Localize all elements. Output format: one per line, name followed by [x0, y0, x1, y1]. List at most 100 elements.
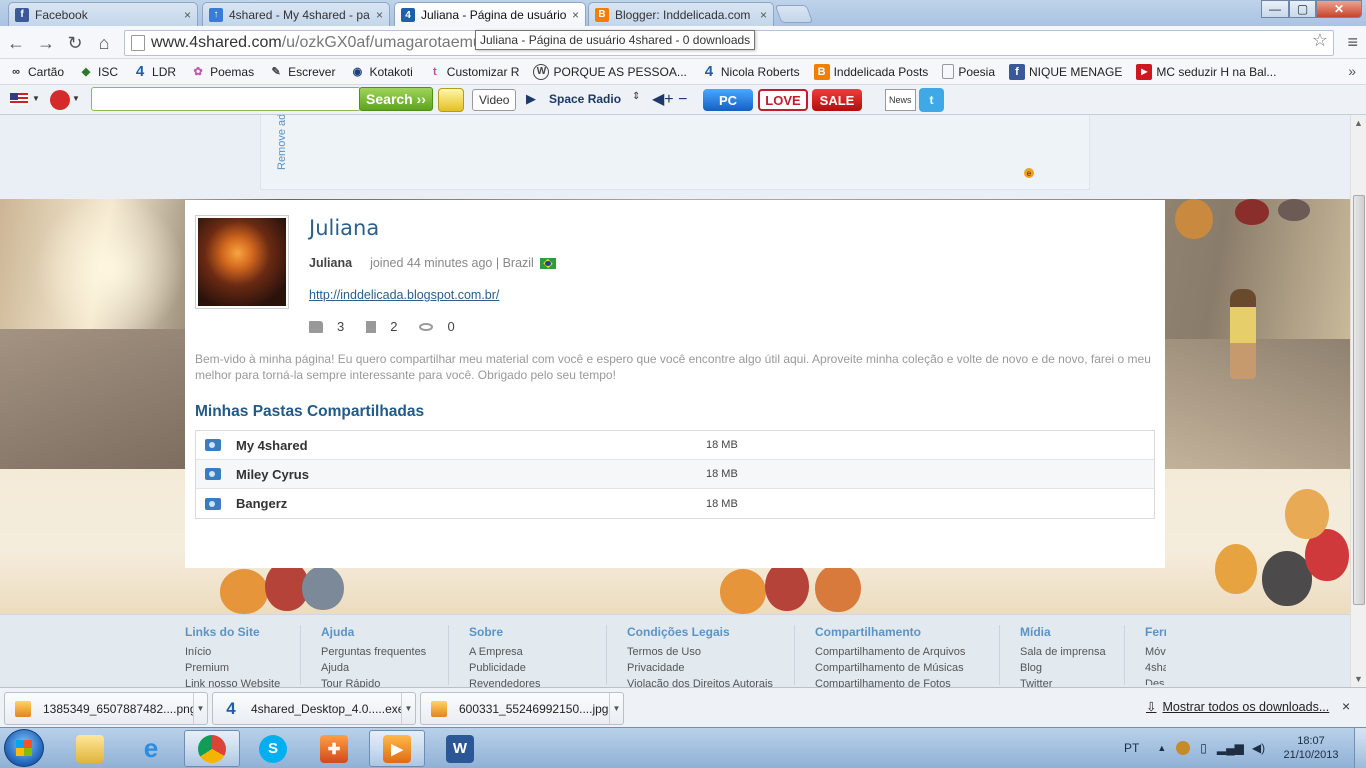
- device-icon[interactable]: ▯: [1200, 741, 1207, 755]
- maximize-button[interactable]: ▢: [1289, 0, 1316, 18]
- page-scrollbar[interactable]: ▲ ▼: [1350, 115, 1366, 687]
- close-window-button[interactable]: ✕: [1316, 0, 1362, 18]
- remove-ad-link[interactable]: Remove ad: [276, 115, 288, 170]
- footer-link[interactable]: Início: [185, 644, 295, 660]
- bookmark-nicola[interactable]: 4 Nicola Roberts: [701, 63, 800, 80]
- language-indicator[interactable]: PT: [1124, 741, 1139, 755]
- footer-link[interactable]: Tour Rápido: [321, 676, 450, 687]
- pacman-icon[interactable]: [438, 88, 464, 112]
- footer-link[interactable]: Publicidade: [469, 660, 541, 676]
- folder-row[interactable]: Bangerz 18 MB: [196, 489, 1154, 518]
- chevron-down-icon[interactable]: ▼: [401, 693, 415, 724]
- start-button[interactable]: [4, 729, 44, 767]
- chevron-down-icon[interactable]: ▼: [193, 693, 207, 724]
- footer-link[interactable]: Twitter: [1020, 676, 1124, 687]
- bookmarks-overflow-button[interactable]: »: [1348, 63, 1356, 79]
- toolbar-search-input[interactable]: [91, 87, 361, 111]
- profile-username[interactable]: Juliana: [309, 256, 352, 270]
- tab-blogger[interactable]: B Blogger: Inddelicada.com ×: [588, 2, 774, 26]
- twitter-icon[interactable]: t: [919, 88, 944, 112]
- download-item[interactable]: 4 4shared_Desktop_4.0.....exe ▼: [212, 692, 416, 725]
- video-button[interactable]: Video: [472, 89, 517, 111]
- close-tab-icon[interactable]: ×: [760, 8, 767, 22]
- back-arrow-icon[interactable]: ←: [4, 31, 28, 55]
- taskbar-app[interactable]: ✚: [306, 730, 362, 767]
- folder-name[interactable]: Miley Cyrus: [236, 467, 706, 482]
- bookmark-cartao[interactable]: ∞ Cartão: [8, 64, 64, 80]
- bookmark-escrever[interactable]: ✎ Escrever: [268, 64, 335, 80]
- bookmark-inddelicada[interactable]: B Inddelicada Posts: [813, 63, 928, 80]
- forward-arrow-icon[interactable]: →: [34, 31, 58, 55]
- footer-link[interactable]: Móv: [1145, 644, 1166, 660]
- folder-row[interactable]: Miley Cyrus 18 MB: [196, 460, 1154, 489]
- home-icon[interactable]: ⌂: [92, 31, 116, 55]
- bookmark-porque[interactable]: W PORQUE AS PESSOA...: [533, 63, 687, 80]
- bookmark-poemas[interactable]: ✿ Poemas: [190, 64, 254, 80]
- sale-badge[interactable]: SALE: [812, 89, 862, 111]
- bookmark-customizar[interactable]: t Customizar R: [427, 64, 520, 80]
- close-tab-icon[interactable]: ×: [376, 8, 383, 22]
- footer-link[interactable]: Sala de imprensa: [1020, 644, 1124, 660]
- folder-name[interactable]: My 4shared: [236, 438, 706, 453]
- profile-website-link[interactable]: http://inddelicada.blogspot.com.br/: [309, 288, 499, 302]
- footer-link[interactable]: A Empresa: [469, 644, 541, 660]
- footer-link[interactable]: Compartilhamento de Fotos: [815, 676, 999, 687]
- news-button[interactable]: News: [885, 89, 916, 111]
- taskbar-chrome[interactable]: [184, 730, 240, 767]
- chevron-down-icon[interactable]: ▼: [609, 693, 623, 724]
- footer-link[interactable]: Ajuda: [321, 660, 450, 676]
- footer-link[interactable]: Revendedores: [469, 676, 541, 687]
- pc-badge[interactable]: PC: [703, 89, 753, 111]
- footer-link[interactable]: Violação dos Direitos Autorais: [627, 676, 796, 687]
- footer-link[interactable]: Des: [1145, 676, 1166, 685]
- footer-link[interactable]: Blog: [1020, 660, 1124, 676]
- love-badge[interactable]: LOVE: [758, 89, 808, 111]
- space-radio-label[interactable]: Space Radio: [549, 92, 621, 106]
- taskbar-media[interactable]: ▶: [369, 730, 425, 767]
- station-chevron-icon[interactable]: ⇕: [632, 91, 640, 102]
- download-item[interactable]: 1385349_6507887482....png ▼: [4, 692, 208, 725]
- smiley-icon[interactable]: [50, 90, 70, 110]
- bookmark-isc[interactable]: ◆ ISC: [78, 64, 118, 80]
- footer-link[interactable]: 4sha: [1145, 660, 1166, 676]
- scroll-up-icon[interactable]: ▲: [1354, 118, 1363, 128]
- bookmark-ldr[interactable]: 4 LDR: [132, 63, 176, 80]
- network-icon[interactable]: ▂▄▆: [1217, 741, 1244, 755]
- taskbar-word[interactable]: W: [432, 730, 488, 767]
- bookmark-kotakoti[interactable]: ◉ Kotakoti: [349, 64, 413, 80]
- clock[interactable]: 18:07 21/10/2013: [1276, 734, 1346, 762]
- scroll-down-icon[interactable]: ▼: [1354, 674, 1363, 684]
- reload-icon[interactable]: ↻: [63, 31, 87, 55]
- download-item[interactable]: 600331_55246992150....jpg ▼: [420, 692, 624, 725]
- close-tab-icon[interactable]: ×: [572, 8, 579, 22]
- footer-link[interactable]: Privacidade: [627, 660, 796, 676]
- scrollbar-thumb[interactable]: [1353, 195, 1365, 605]
- volume-icon[interactable]: ◀): [1252, 741, 1265, 755]
- footer-link[interactable]: Link nosso Website: [185, 676, 295, 687]
- taskbar-ie[interactable]: e: [123, 730, 179, 767]
- new-tab-button[interactable]: [774, 5, 814, 23]
- tab-juliana-active[interactable]: 4 Juliana - Página de usuário ×: [394, 2, 586, 27]
- show-desktop-button[interactable]: [1354, 728, 1366, 768]
- volume-icon[interactable]: ◀+ −: [652, 89, 687, 109]
- taskbar-skype[interactable]: S: [245, 730, 301, 767]
- close-tab-icon[interactable]: ×: [184, 8, 191, 22]
- avatar[interactable]: [195, 215, 289, 309]
- tray-app-icon[interactable]: [1176, 741, 1191, 755]
- tray-expand-icon[interactable]: ▲: [1157, 743, 1166, 753]
- menu-icon[interactable]: ≡: [1347, 32, 1358, 53]
- show-all-downloads-link[interactable]: ⇩ Mostrar todos os downloads...: [1146, 699, 1329, 715]
- footer-link[interactable]: Compartilhamento de Músicas: [815, 660, 999, 676]
- footer-link[interactable]: Perguntas frequentes: [321, 644, 450, 660]
- folder-name[interactable]: Bangerz: [236, 496, 706, 511]
- bookmark-mc[interactable]: ▶ MC seduzir H na Bal...: [1136, 63, 1276, 80]
- us-flag-icon[interactable]: [10, 93, 28, 105]
- bookmark-poesia[interactable]: Poesia: [942, 64, 995, 79]
- chevron-down-icon[interactable]: ▼: [32, 94, 40, 103]
- footer-link[interactable]: Premium: [185, 660, 295, 676]
- bookmark-nique[interactable]: f NIQUE MENAGE: [1009, 63, 1122, 80]
- close-shelf-button[interactable]: ×: [1342, 698, 1350, 714]
- taskbar-explorer[interactable]: [62, 730, 118, 767]
- tab-facebook[interactable]: f Facebook ×: [8, 2, 198, 26]
- chevron-down-icon[interactable]: ▼: [72, 94, 80, 103]
